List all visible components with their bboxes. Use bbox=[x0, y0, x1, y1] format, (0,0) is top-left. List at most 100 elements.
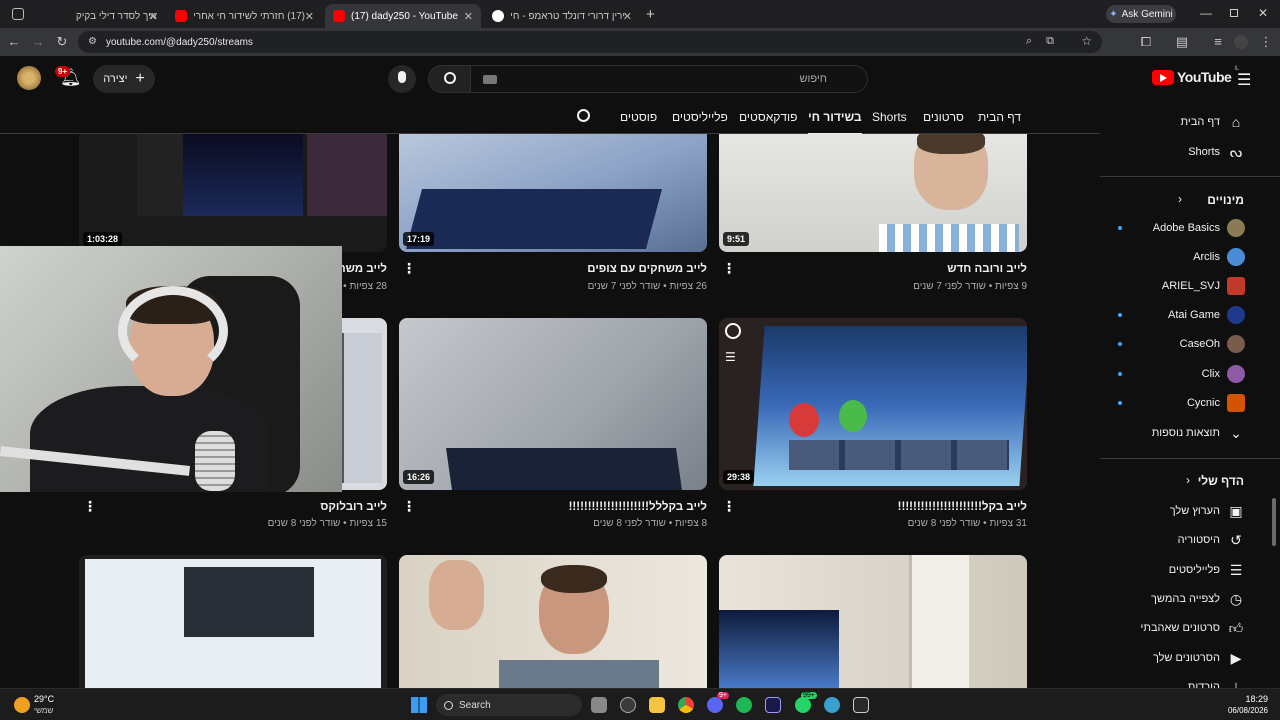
account-avatar[interactable] bbox=[17, 66, 41, 90]
browser-tab-4[interactable]: ירין דרורי דונלד טראמפ - חיפוש ✕ bbox=[484, 4, 640, 28]
tab-live[interactable]: בשידור חי bbox=[808, 110, 862, 135]
video-thumbnail[interactable]: 1:03:28 bbox=[79, 134, 387, 252]
video-menu-icon[interactable]: ⋮ bbox=[83, 499, 97, 513]
sidebar-item-your-videos[interactable]: הסרטונים שלך ▶ bbox=[1100, 644, 1272, 672]
video-title[interactable]: לייב רובלוקס bbox=[320, 501, 387, 513]
minimize-icon[interactable]: — bbox=[1200, 6, 1212, 20]
back-arrow-icon[interactable]: ← bbox=[6, 34, 22, 50]
search-icon bbox=[444, 700, 453, 710]
video-thumbnail[interactable]: 16:26 bbox=[399, 318, 707, 490]
video-title[interactable]: לייב משחקים עם צופים bbox=[587, 263, 707, 275]
watch-later-icon[interactable] bbox=[725, 323, 741, 339]
restore-icon[interactable] bbox=[1230, 9, 1238, 17]
video-thumbnail[interactable]: 9:51 bbox=[719, 134, 1027, 252]
discord-icon[interactable] bbox=[707, 697, 723, 713]
close-icon[interactable]: ✕ bbox=[148, 10, 157, 23]
bookmark-star-icon[interactable]: ☆ bbox=[1081, 34, 1092, 48]
install-icon[interactable]: ⧉ bbox=[1046, 35, 1054, 48]
sidebar-item-history[interactable]: היסטוריה ↺ bbox=[1100, 526, 1272, 554]
sidebar-item-your-channel[interactable]: הערוץ שלך ▣ bbox=[1100, 497, 1272, 525]
video-menu-icon[interactable]: ⋮ bbox=[722, 499, 736, 513]
close-icon[interactable]: ✕ bbox=[623, 10, 632, 23]
video-thumbnail[interactable] bbox=[719, 555, 1027, 688]
profile-avatar[interactable] bbox=[1234, 35, 1248, 49]
clock-date[interactable]: 06/08/2026 bbox=[1228, 706, 1268, 715]
subscription-item[interactable]: Atai Game bbox=[1100, 301, 1272, 329]
search-button[interactable] bbox=[428, 65, 472, 93]
video-title[interactable]: לייב בקל!!!!!!!!!!!!!!!!!!!!!! bbox=[898, 501, 1027, 513]
reload-icon[interactable]: ↻ bbox=[54, 34, 70, 50]
close-icon[interactable]: ✕ bbox=[305, 10, 314, 23]
video-thumbnail[interactable] bbox=[399, 555, 707, 688]
tab-shorts[interactable]: Shorts bbox=[872, 110, 907, 124]
forward-arrow-icon[interactable]: → bbox=[30, 34, 46, 50]
taskbar-search-box[interactable]: Search bbox=[436, 694, 582, 716]
sidebar-item-watch-later[interactable]: לצפייה בהמשך ◷ bbox=[1100, 585, 1272, 613]
create-button[interactable]: יצירה + bbox=[93, 65, 155, 93]
address-bar[interactable]: ⚙ youtube.com/@dady250/streams ⌕ ⧉ ☆ bbox=[78, 31, 1102, 53]
keyboard-icon[interactable] bbox=[483, 75, 497, 84]
tab-videos[interactable]: סרטונים bbox=[923, 110, 964, 124]
close-window-icon[interactable]: ✕ bbox=[1258, 6, 1268, 20]
sidebar-item-liked[interactable]: סרטונים שאהבתי 👍︎ bbox=[1100, 614, 1272, 642]
tab-home[interactable]: דף הבית bbox=[978, 110, 1021, 124]
clock-time[interactable]: 18:29 bbox=[1245, 694, 1268, 704]
epic-games-icon[interactable] bbox=[853, 697, 869, 713]
file-explorer-icon[interactable] bbox=[649, 697, 665, 713]
subscription-item[interactable]: Arclis bbox=[1100, 243, 1272, 271]
video-menu-icon[interactable]: ⋮ bbox=[722, 261, 736, 275]
subscription-item[interactable]: CaseOh bbox=[1100, 330, 1272, 358]
whatsapp-icon[interactable] bbox=[795, 697, 811, 713]
video-thumbnail[interactable]: 17:19 bbox=[399, 134, 707, 252]
subscription-item[interactable]: ARIEL_SVJ bbox=[1100, 272, 1272, 300]
close-icon[interactable]: ✕ bbox=[464, 10, 473, 23]
new-tab-button[interactable]: + bbox=[646, 6, 655, 23]
copilot-icon[interactable] bbox=[620, 697, 636, 713]
youtube-logo[interactable]: YouTube IL bbox=[1152, 66, 1239, 85]
sidepanel-icon[interactable]: ▤ bbox=[1174, 34, 1190, 50]
subscriptions-header[interactable]: מינויים › bbox=[1100, 186, 1272, 214]
tab-podcasts[interactable]: פודקאסטים bbox=[739, 110, 797, 124]
video-thumbnail[interactable] bbox=[79, 555, 387, 688]
weather-icon[interactable] bbox=[14, 697, 30, 713]
spotify-icon[interactable] bbox=[736, 697, 752, 713]
video-meta: 28 צפיות • bbox=[343, 281, 387, 292]
tab-playlists[interactable]: פלייליסטים bbox=[672, 110, 728, 124]
browser-tab-3[interactable]: (17) dady250 - YouTube ✕ bbox=[325, 4, 481, 28]
browser-tab-1[interactable]: איך לסדר דילי בקיק ✕ bbox=[30, 4, 165, 28]
video-title[interactable]: לייב ורובה חדש bbox=[947, 263, 1027, 275]
sidebar-item-home[interactable]: דף הבית ⌂ bbox=[1100, 108, 1272, 136]
subscription-item[interactable]: Cycnic bbox=[1100, 389, 1272, 417]
video-title[interactable]: לייב בקללל!!!!!!!!!!!!!!!!!!!!! bbox=[569, 501, 707, 513]
video-thumbnail[interactable] bbox=[342, 318, 387, 490]
sidebar-item-playlists[interactable]: פלייליסטים ☰ bbox=[1100, 556, 1272, 584]
chrome-icon[interactable] bbox=[678, 697, 694, 713]
video-thumbnail[interactable]: ☰ 29:38 bbox=[719, 318, 1027, 490]
site-info-icon[interactable]: ⚙ bbox=[88, 36, 97, 47]
browser-more-icon[interactable]: ⋮ bbox=[1258, 34, 1274, 50]
windows-start-icon[interactable] bbox=[411, 697, 427, 713]
premiere-icon[interactable] bbox=[765, 697, 781, 713]
video-menu-icon[interactable]: ⋮ bbox=[402, 261, 416, 275]
sidebar-scrollbar[interactable] bbox=[1272, 498, 1276, 546]
globe-app-icon[interactable] bbox=[824, 697, 840, 713]
ask-gemini-button[interactable]: ✦ Ask Gemini bbox=[1106, 5, 1176, 23]
extensions-icon[interactable]: ⧠ bbox=[1138, 34, 1154, 50]
add-to-queue-icon[interactable]: ☰ bbox=[725, 350, 736, 364]
hamburger-menu-icon[interactable]: ☰ bbox=[1237, 70, 1251, 90]
channel-search-icon[interactable] bbox=[577, 109, 590, 122]
tab-posts[interactable]: פוסטים bbox=[620, 110, 657, 124]
you-header[interactable]: הדף שלי › bbox=[1100, 467, 1272, 495]
video-menu-icon[interactable]: ⋮ bbox=[402, 499, 416, 513]
browser-tab-2[interactable]: (17) חזרתי לשידור חי אחרי 6 ש ✕ bbox=[167, 4, 322, 28]
search-input[interactable]: חיפוש bbox=[470, 65, 868, 93]
subscription-item[interactable]: Clix bbox=[1100, 360, 1272, 388]
browser-menu-icon[interactable] bbox=[12, 8, 24, 20]
more-results-button[interactable]: תוצאות נוספות ⌄ bbox=[1100, 419, 1272, 447]
zoom-icon[interactable]: ⌕ bbox=[1026, 35, 1032, 48]
subscription-item[interactable]: Adobe Basics bbox=[1100, 214, 1272, 242]
voice-search-button[interactable] bbox=[388, 65, 416, 93]
media-icon[interactable]: ≡ bbox=[1210, 34, 1226, 50]
sidebar-item-shorts[interactable]: Shorts ᔓ bbox=[1100, 138, 1272, 166]
task-view-icon[interactable] bbox=[591, 697, 607, 713]
